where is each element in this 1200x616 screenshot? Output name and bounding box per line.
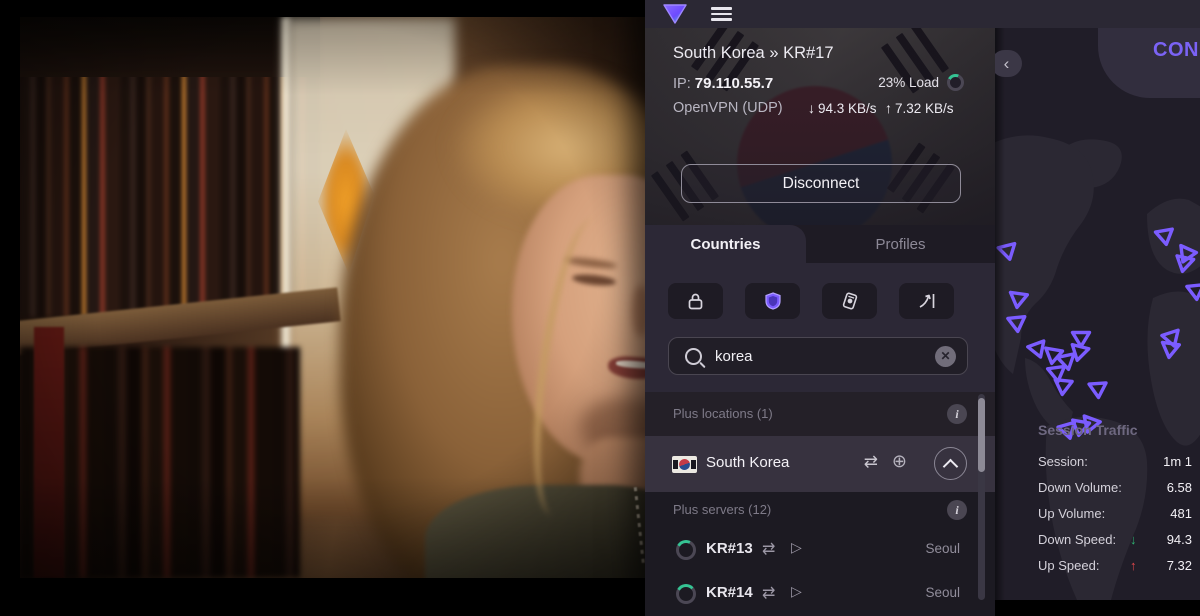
titlebar [645, 0, 1200, 28]
info-icon[interactable]: i [947, 500, 967, 520]
session-traffic-title: Session Traffic [1038, 422, 1192, 438]
scrollbar-thumb[interactable] [978, 398, 985, 472]
search-icon [685, 348, 702, 365]
vignette [20, 17, 645, 578]
connection-status-label: CONNECTED [1153, 39, 1200, 62]
proton-vpn-logo-icon [662, 3, 688, 25]
download-rate: ↓94.3 KB/s [808, 100, 877, 116]
scrollbar-track [978, 394, 985, 600]
globe-icon[interactable]: ⊕ [892, 451, 907, 472]
server-row-kr13[interactable]: KR#13 ⇄ ▷ Seoul [645, 528, 995, 572]
p2p-ticket-icon [842, 292, 858, 310]
shield-icon [765, 292, 781, 310]
down-arrow-icon: ↓ [1130, 532, 1146, 547]
session-row: Up Volume:481 [1038, 500, 1192, 526]
filters-area: korea ✕ [645, 263, 995, 392]
tab-bar: Countries Profiles [645, 225, 995, 263]
tor-arrow-icon [917, 292, 937, 310]
chevron-up-icon [943, 459, 959, 475]
plus-locations-label: Plus locations (1) [673, 406, 773, 421]
server-name: KR#13 [706, 540, 753, 557]
session-row: Up Speed:↑7.32 [1038, 552, 1192, 578]
connect-play-icon[interactable]: ▷ [791, 539, 802, 556]
swap-icon[interactable]: ⇄ [762, 539, 775, 559]
server-name: KR#14 [706, 584, 753, 601]
chevron-left-icon: ‹ [1004, 54, 1010, 74]
map-pin-icon [1050, 375, 1076, 399]
country-row-south-korea[interactable]: South Korea ⇄ ⊕ [645, 436, 995, 492]
upload-rate: ↑7.32 KB/s [885, 100, 954, 116]
ip-value: 79.110.55.7 [695, 75, 773, 92]
country-name: South Korea [706, 454, 789, 471]
session-traffic-panel: Session Traffic Session:1m 1 Down Volume… [1038, 422, 1192, 578]
plus-servers-header: Plus servers (12) i [645, 492, 995, 528]
protocol-label: OpenVPN (UDP) [673, 100, 783, 116]
movie-frame [20, 17, 645, 578]
map-pin-icon [1005, 287, 1032, 312]
ip-label: IP: [673, 76, 695, 92]
connect-play-icon[interactable]: ▷ [791, 583, 802, 600]
map-panel: CONNECTED ‹ Session Traffic Session:1m 1… [995, 28, 1200, 600]
map-pin-icon [1069, 328, 1093, 350]
connection-header: South Korea » KR#17 IP: 79.110.55.7 23% … [645, 28, 995, 225]
netshield-button[interactable] [745, 283, 800, 319]
search-value: korea [715, 348, 935, 365]
collapse-sidebar-button[interactable]: ‹ [995, 50, 1022, 77]
video-player[interactable] [0, 0, 645, 600]
swap-icon[interactable]: ⇄ [762, 583, 775, 603]
ip-row: IP: 79.110.55.7 [673, 75, 773, 92]
tab-countries[interactable]: Countries [645, 225, 806, 263]
up-arrow-icon: ↑ [885, 100, 892, 116]
tor-button[interactable] [899, 283, 954, 319]
server-city: Seoul [925, 585, 960, 600]
disconnect-button[interactable]: Disconnect [681, 164, 961, 203]
map-pin-icon [1151, 224, 1178, 250]
server-row-kr14[interactable]: KR#14 ⇄ ▷ Seoul [645, 572, 995, 616]
search-input[interactable]: korea ✕ [668, 337, 968, 375]
info-icon[interactable]: i [947, 404, 967, 424]
plus-servers-label: Plus servers (12) [673, 502, 771, 517]
secure-core-button[interactable] [668, 283, 723, 319]
p2p-button[interactable] [822, 283, 877, 319]
map-pin-icon [1004, 312, 1030, 336]
sidebar: South Korea » KR#17 IP: 79.110.55.7 23% … [645, 28, 995, 600]
server-load-ring [676, 540, 696, 560]
vpn-app-window: South Korea » KR#17 IP: 79.110.55.7 23% … [645, 0, 1200, 600]
menu-icon[interactable] [711, 7, 732, 21]
map-pin-icon [1183, 280, 1200, 304]
map-pin-icon [1085, 378, 1110, 402]
server-load-label: 23% Load [878, 75, 939, 90]
session-row: Session:1m 1 [1038, 448, 1192, 474]
tab-profiles[interactable]: Profiles [806, 225, 995, 263]
down-arrow-icon: ↓ [808, 100, 815, 116]
south-korea-flag-icon [672, 456, 697, 473]
panel-divider-shadow [995, 28, 1005, 600]
server-city: Seoul [925, 541, 960, 556]
up-arrow-icon: ↑ [1130, 558, 1146, 573]
session-row: Down Volume:6.58 [1038, 474, 1192, 500]
clear-search-icon[interactable]: ✕ [935, 346, 956, 367]
collapse-country-button[interactable] [934, 447, 967, 480]
map-pin-icon [1157, 337, 1184, 362]
server-load-ring [676, 584, 696, 604]
quick-connect-icon[interactable]: ⇄ [864, 452, 878, 472]
server-load-ring [947, 74, 964, 91]
lock-icon [688, 293, 703, 310]
connection-title: South Korea » KR#17 [673, 44, 834, 63]
plus-locations-header: Plus locations (1) i [645, 392, 995, 436]
session-row: Down Speed:↓94.3 [1038, 526, 1192, 552]
